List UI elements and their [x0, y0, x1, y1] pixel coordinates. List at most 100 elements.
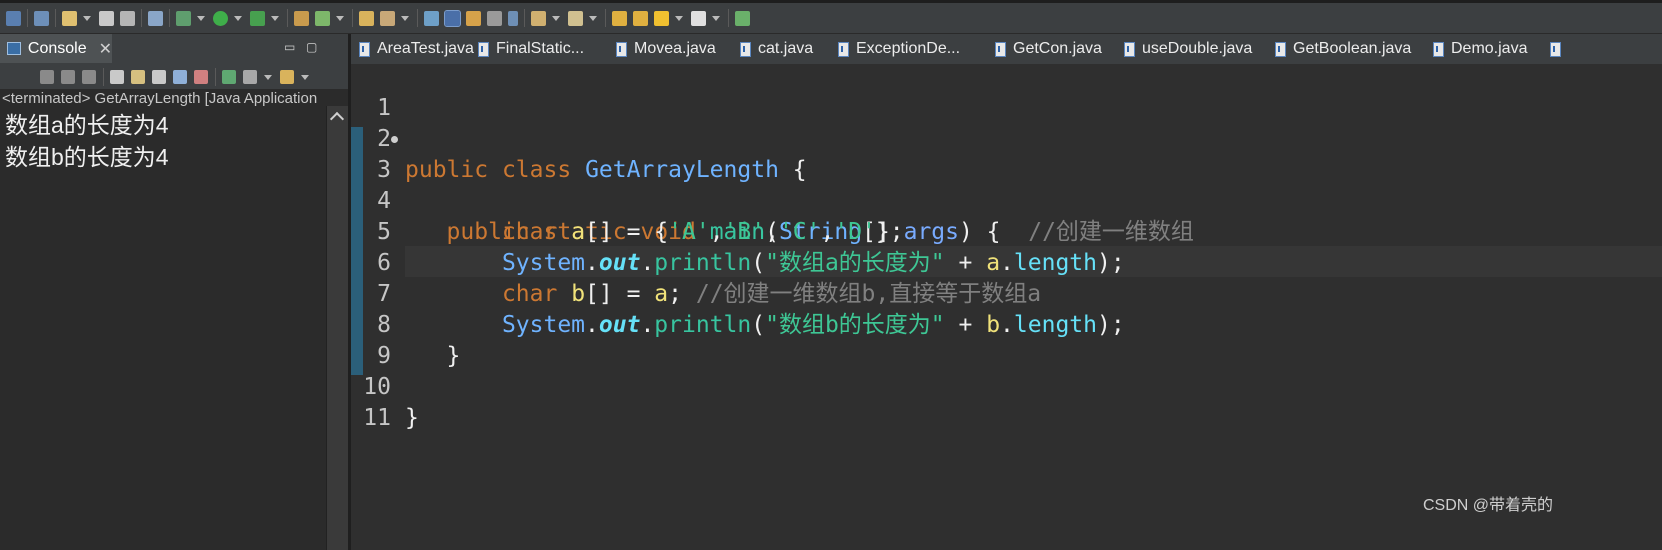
display-console-icon[interactable]: [243, 70, 257, 84]
punctuation: {: [778, 157, 807, 183]
forward-icon[interactable]: [633, 10, 648, 26]
editor-tab[interactable]: useDouble.java: [1124, 34, 1252, 64]
show-on-error-icon[interactable]: [194, 70, 208, 84]
punctuation: }: [446, 343, 461, 369]
toolbar-separator: [352, 9, 353, 27]
open-folder-icon[interactable]: [359, 10, 374, 26]
comment: //创建一维数组b,直接等于数组a: [695, 281, 1042, 307]
editor-tab[interactable]: cat.java: [740, 34, 813, 64]
editor-tab-overflow[interactable]: [1550, 34, 1568, 64]
editor-tab-label: Movea.java: [634, 40, 716, 57]
code-text: System.out.println("数组a的长度为" + a.length)…: [405, 248, 1125, 279]
punctuation: .: [640, 250, 655, 276]
run-tool-dropdown-icon[interactable]: [271, 15, 279, 21]
binary-icon[interactable]: [148, 10, 163, 26]
next-icon[interactable]: [691, 10, 706, 26]
new-view-icon[interactable]: [6, 10, 21, 26]
scroll-up-icon[interactable]: [329, 111, 345, 127]
variable: b: [571, 281, 586, 307]
console-tab-label: Console: [27, 39, 87, 57]
highlight-icon[interactable]: [444, 9, 461, 27]
editor-tab[interactable]: GetCon.java: [995, 34, 1102, 64]
minimize-icon[interactable]: ▭: [284, 40, 295, 54]
refresh-dropdown-icon[interactable]: [336, 15, 344, 21]
maximize-icon[interactable]: ▢: [306, 40, 317, 54]
prev-dropdown-icon[interactable]: [675, 15, 683, 21]
java-file-icon: [616, 41, 627, 57]
run-icon[interactable]: [213, 10, 228, 26]
new-wizard-icon[interactable]: [62, 10, 77, 26]
open-type-icon[interactable]: [294, 10, 309, 26]
editor-tab-label: cat.java: [758, 40, 814, 57]
flag-icon[interactable]: [424, 10, 439, 26]
debug-dropdown-icon[interactable]: [197, 15, 205, 21]
toolbar-icons: [6, 9, 756, 27]
code-text: char a[] = {'A','B','C','D'};: [405, 217, 904, 248]
main-toolbar: [0, 0, 1662, 34]
brush-icon[interactable]: [380, 10, 395, 26]
static-field: out: [598, 250, 641, 276]
run-dropdown-icon[interactable]: [234, 15, 242, 21]
editor-tab[interactable]: FinalStatic...: [478, 34, 584, 64]
collapse-dropdown-icon[interactable]: [552, 15, 560, 21]
method-name: println: [654, 250, 752, 276]
console-tab[interactable]: Console ✕: [0, 34, 112, 63]
save-all-icon[interactable]: [120, 10, 135, 26]
string-literal: "数组b的长度为": [765, 312, 945, 338]
new-wizard-dropdown-icon[interactable]: [83, 15, 91, 21]
operator: +: [944, 250, 987, 276]
terminal-icon[interactable]: [735, 10, 750, 26]
editor-tab[interactable]: AreaTest.java: [359, 34, 474, 64]
editor-tab[interactable]: Movea.java: [616, 34, 716, 64]
console-output[interactable]: 数组a的长度为4 数组b的长度为4: [5, 109, 320, 173]
word-wrap-icon[interactable]: [152, 70, 166, 84]
pin-console-icon[interactable]: [222, 70, 236, 84]
show-on-output-icon[interactable]: [173, 70, 187, 84]
toolbar-separator: [55, 9, 56, 27]
list-icon[interactable]: [487, 10, 502, 26]
punctuation: [] = {: [585, 219, 669, 245]
run-tool-icon[interactable]: [250, 10, 265, 26]
next-dropdown-icon[interactable]: [712, 15, 720, 21]
search-icon[interactable]: [34, 10, 49, 26]
toggle-icon[interactable]: [466, 10, 481, 26]
expand-icon[interactable]: [568, 10, 583, 26]
debug-icon[interactable]: [176, 10, 191, 26]
terminate-icon[interactable]: [40, 70, 54, 84]
keyword: char: [501, 219, 558, 245]
prev-icon[interactable]: [654, 10, 669, 26]
editor-tab[interactable]: Demo.java: [1433, 34, 1527, 64]
back-icon[interactable]: [612, 10, 627, 26]
save-icon[interactable]: [99, 10, 114, 26]
console-scrollbar[interactable]: [326, 106, 349, 550]
variable: a: [571, 219, 586, 245]
code-editor[interactable]: 1 2 public class GetArrayLength { 3 publ…: [351, 64, 1662, 550]
pilcrow-icon[interactable]: [508, 10, 518, 26]
keyword: char: [501, 281, 558, 307]
punctuation: ,: [709, 219, 724, 245]
editor-tab[interactable]: ExceptionDe...: [838, 34, 960, 64]
scroll-lock-icon[interactable]: [131, 70, 145, 84]
variable: a: [654, 281, 669, 307]
code-line-5: 5 System.out.println("数组a的长度为" + a.lengt…: [351, 186, 1125, 276]
open-console-icon[interactable]: [280, 70, 294, 84]
toolbar-separator: [141, 9, 142, 27]
punctuation: .: [640, 312, 655, 338]
toolbar-separator: [27, 9, 28, 27]
fold-marker-icon[interactable]: [391, 136, 398, 143]
remove-all-icon[interactable]: [82, 70, 96, 84]
char-literal: 'D': [834, 219, 876, 245]
expand-dropdown-icon[interactable]: [589, 15, 597, 21]
toolbar-separator: [524, 9, 525, 27]
collapse-icon[interactable]: [531, 10, 546, 26]
close-icon[interactable]: ✕: [99, 39, 112, 59]
clear-console-icon[interactable]: [110, 70, 124, 84]
remove-launch-icon[interactable]: [61, 70, 75, 84]
open-console-dropdown-icon[interactable]: [301, 74, 309, 80]
refresh-icon[interactable]: [315, 10, 330, 26]
editor-tab[interactable]: GetBoolean.java: [1275, 34, 1411, 64]
brush-dropdown-icon[interactable]: [401, 15, 409, 21]
console-view: Console ✕ ▭ ▢ <terminated> GetArrayLengt…: [0, 34, 349, 550]
display-console-dropdown-icon[interactable]: [264, 74, 272, 80]
punctuation: (: [751, 312, 766, 338]
